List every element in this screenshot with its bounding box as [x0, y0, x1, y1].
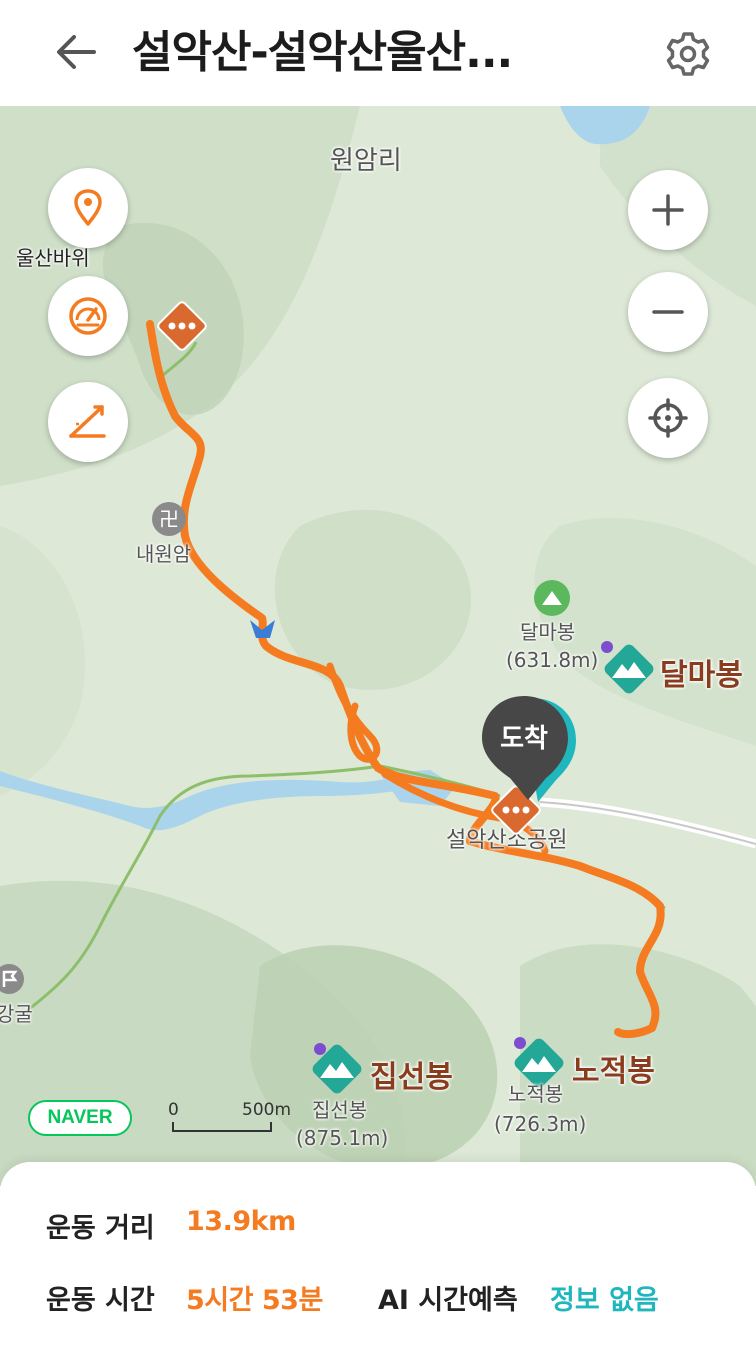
map-scale: 0 500m: [166, 1100, 296, 1136]
slope-button[interactable]: [48, 382, 128, 462]
scale-bar: [172, 1122, 272, 1132]
nojeokbong-elevation: (726.3m): [494, 1112, 587, 1136]
crosshair-icon: [648, 398, 688, 438]
jipseonbong-label: 집선봉: [370, 1060, 453, 1095]
temple-icon: 卍: [152, 502, 186, 536]
scale-distance: 500m: [242, 1100, 292, 1120]
minus-icon: [652, 310, 684, 314]
village-label: 원암리: [330, 146, 402, 176]
waypoint-label: 울산바위: [16, 246, 90, 270]
stats-panel: 운동 거리 13.9km 운동 시간 5시간 53분 AI 시간예측 정보 없음: [0, 1162, 756, 1362]
jipseonbong-small-label: 집선봉: [312, 1098, 368, 1122]
locate-button[interactable]: [628, 378, 708, 458]
back-button[interactable]: [46, 22, 106, 82]
nojeokbong-label: 노적봉: [572, 1054, 655, 1089]
top-bar: 설악산-설악산울산...: [0, 0, 756, 106]
scale-zero: 0: [168, 1100, 179, 1120]
waypoint-button[interactable]: [48, 168, 128, 248]
zoom-out-button[interactable]: [628, 272, 708, 352]
map-view[interactable]: 원암리 내원암 卍 달마봉 (631.8m) 달마봉 설악산소공원 집선봉 집선…: [0, 106, 756, 1186]
speedometer-icon: [69, 297, 107, 335]
cave-label: 강굴: [0, 1002, 33, 1026]
ai-estimate-label: AI 시간예측: [378, 1285, 518, 1316]
naver-logo: NAVER: [28, 1100, 132, 1136]
page-title: 설악산-설악산울산...: [132, 27, 513, 78]
dalmabong-label: 달마봉: [660, 658, 743, 693]
time-value: 5시간 53분: [186, 1285, 323, 1316]
temple-label: 내원암: [136, 542, 192, 566]
jipseonbong-elevation: (875.1m): [296, 1126, 389, 1150]
dalmabong-elevation: (631.8m): [506, 648, 599, 672]
location-pin-icon: [74, 189, 102, 226]
peak-icon: [600, 640, 658, 698]
gear-icon: [666, 32, 710, 76]
time-label: 운동 시간: [46, 1285, 155, 1316]
dalmabong-small-label: 달마봉: [520, 620, 576, 644]
arrival-label: 도착: [500, 724, 548, 754]
ai-estimate-value: 정보 없음: [550, 1285, 659, 1316]
route-marker[interactable]: [154, 298, 210, 354]
distance-value: 13.9km: [186, 1206, 296, 1237]
settings-button[interactable]: [656, 22, 720, 86]
zoom-in-button[interactable]: [628, 170, 708, 250]
flag-icon: [0, 964, 24, 994]
slope-icon: [69, 405, 106, 438]
speed-button[interactable]: [48, 276, 128, 356]
distance-label: 운동 거리: [46, 1213, 155, 1244]
peak-icon: [308, 1040, 366, 1098]
nojeokbong-small-label: 노적봉: [508, 1082, 564, 1106]
arrival-marker[interactable]: 도착: [480, 694, 576, 806]
arrow-left-icon: [57, 35, 96, 69]
mountain-icon: [534, 580, 570, 616]
plus-icon: [652, 194, 684, 226]
